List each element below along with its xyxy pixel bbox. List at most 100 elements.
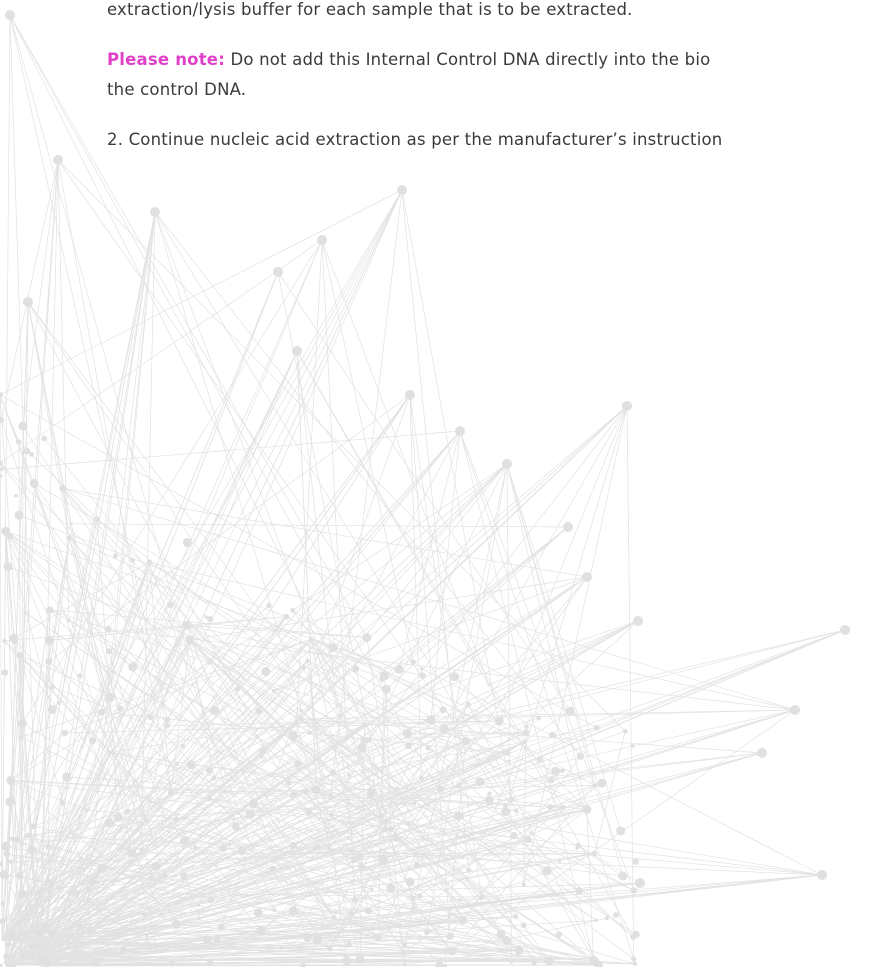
network-line [2,430,461,470]
network-node [120,946,127,953]
network-node [5,941,12,948]
network-node [419,672,426,679]
network-node [351,857,358,864]
network-node [6,533,14,540]
network-node [193,844,198,850]
network-node [6,775,16,785]
network-node [299,708,304,713]
network-node [510,960,514,964]
network-node [143,817,149,822]
network-node [394,664,404,674]
network-node [45,878,51,884]
network-node [119,844,125,850]
network-node [582,804,592,814]
network-node [113,812,123,822]
network-node [565,706,575,716]
network-node [211,776,217,781]
network-node [153,944,159,950]
network-node [185,635,195,645]
network-node [328,812,334,818]
network-node [345,941,352,948]
network-node [411,905,416,910]
network-node [524,724,529,730]
network-node [173,816,179,822]
network-line [498,405,628,722]
network-node [251,801,257,807]
network-line [1,430,461,941]
network-node [253,908,263,918]
network-node [255,707,262,715]
network-node [379,671,389,681]
network-node [458,898,462,902]
network-line [19,655,151,802]
network-node [124,808,131,815]
network-node [575,842,581,848]
network-node [37,954,47,964]
network-node [328,643,338,653]
network-node [307,730,312,735]
network-node [840,625,850,635]
network-node [305,809,313,816]
network-node [484,796,494,806]
network-node [536,756,543,763]
network-node [416,893,423,899]
network-node [410,659,416,665]
network-node [3,953,10,960]
network-node [455,782,461,788]
network-node [272,907,277,912]
network-node [513,913,519,920]
network-node [447,946,457,956]
network-node [311,785,321,795]
network-line [16,629,846,841]
network-node [494,716,504,726]
network-node [1,841,11,851]
network-node [304,931,309,937]
network-node [292,346,302,356]
network-node [50,684,56,690]
network-node [78,856,83,860]
network-node [294,722,299,726]
network-node [77,673,83,679]
network-node [522,740,527,744]
network-node [18,421,28,431]
network-node [357,743,367,753]
network-node [202,935,212,945]
network-node [97,863,107,873]
network-node [182,537,192,547]
network-node [237,845,247,855]
network-node [632,858,639,865]
network-node [542,866,552,876]
network-node [97,708,105,716]
network-node [15,872,23,879]
network-node [8,859,13,864]
network-node [397,185,407,195]
network-node [41,435,47,442]
network-node [547,804,554,810]
network-node [147,713,154,721]
network-node [487,683,491,687]
network-node [555,931,562,939]
network-node [180,743,186,749]
network-node [290,791,297,798]
network-node [126,846,130,851]
network-line [505,405,628,812]
network-node [360,736,368,744]
network-line [27,301,70,539]
network-node [0,474,3,478]
network-node [290,841,298,849]
network-node [551,766,561,776]
network-node [402,942,408,948]
network-node [288,731,298,741]
network-node [0,467,4,471]
network-node [630,887,638,894]
network-node [16,651,24,659]
network-node [632,961,638,967]
network-node [378,854,388,864]
network-node [347,773,351,777]
network-node [59,484,67,492]
network-node [259,747,267,755]
network-node [14,510,24,520]
please-note-paragraph: Please note: Do not add this Internal Co… [107,50,710,69]
network-node [790,705,800,715]
network-node [298,716,304,722]
